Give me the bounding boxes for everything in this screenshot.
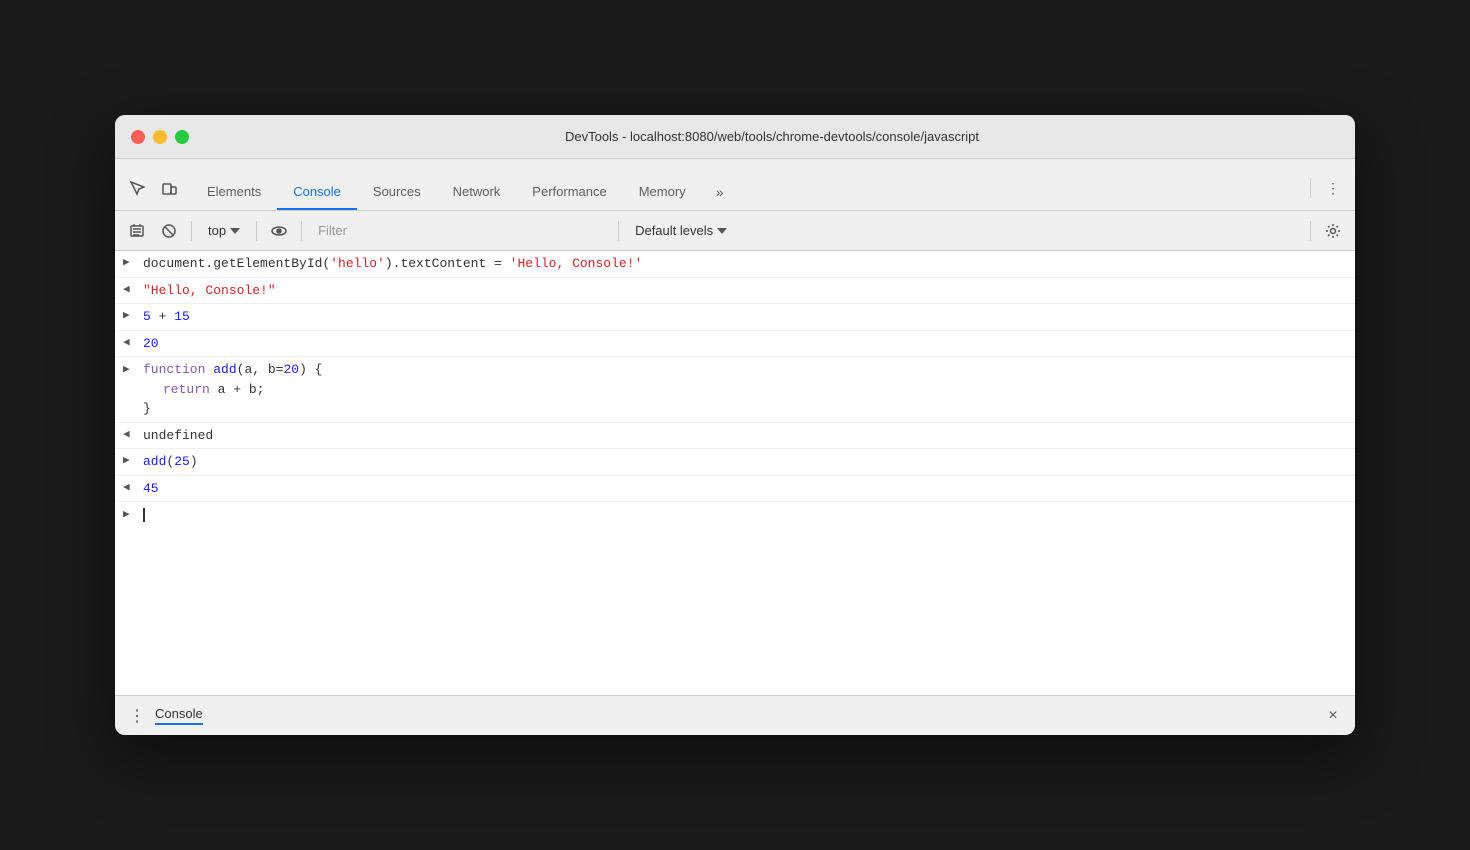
tab-sources[interactable]: Sources: [357, 174, 437, 210]
console-content-1: document.getElementById('hello').textCon…: [139, 254, 1347, 274]
title-bar: DevTools - localhost:8080/web/tools/chro…: [115, 115, 1355, 159]
arrow-6: ◀: [123, 426, 139, 444]
bottom-more-icon[interactable]: ⋮: [127, 706, 147, 726]
context-dropdown[interactable]: top: [200, 219, 248, 242]
eye-icon[interactable]: [265, 217, 293, 245]
toolbar-divider-1: [191, 221, 192, 241]
console-content-7: add(25): [139, 452, 1347, 472]
traffic-lights: [131, 130, 189, 144]
device-toolbar-icon[interactable]: [155, 174, 183, 202]
console-line-1: ▶ document.getElementById('hello').textC…: [115, 251, 1355, 278]
cursor-area: [139, 505, 145, 525]
console-line-4: ◀ 20: [115, 331, 1355, 358]
arrow-1: ▶: [123, 254, 139, 272]
arrow-8: ◀: [123, 479, 139, 497]
tab-network[interactable]: Network: [437, 174, 517, 210]
arrow-2: ◀: [123, 281, 139, 299]
console-line-5: ▶ function add(a, b=20) { return a + b; …: [115, 357, 1355, 423]
arrow-7: ▶: [123, 452, 139, 470]
arrow-input: ▶: [123, 506, 139, 524]
console-content-4: 20: [139, 334, 1347, 354]
arrow-4: ◀: [123, 334, 139, 352]
console-content-3: 5 + 15: [139, 307, 1347, 327]
toolbar-divider-4: [618, 221, 619, 241]
filter-input[interactable]: [310, 218, 610, 244]
console-line-7: ▶ add(25): [115, 449, 1355, 476]
tab-elements[interactable]: Elements: [191, 174, 277, 210]
tab-bar-tools: [123, 174, 183, 210]
console-line-2: ◀ "Hello, Console!": [115, 278, 1355, 305]
toolbar-divider-2: [256, 221, 257, 241]
console-line-6: ◀ undefined: [115, 423, 1355, 450]
tab-bar: Elements Console Sources Network Perform…: [115, 159, 1355, 211]
more-options-icon[interactable]: ⋮: [1319, 174, 1347, 202]
arrow-5: ▶: [123, 361, 139, 379]
console-content-5: function add(a, b=20) { return a + b; }: [139, 360, 1347, 419]
bottom-close-button[interactable]: ×: [1323, 706, 1343, 726]
toolbar-divider-5: [1310, 221, 1311, 241]
tab-bar-right: ⋮: [1306, 174, 1347, 210]
bottom-console-label: Console: [155, 706, 203, 725]
more-tabs-icon[interactable]: »: [706, 182, 734, 210]
console-line-8: ◀ 45: [115, 476, 1355, 503]
console-content-6: undefined: [139, 426, 1347, 446]
tab-memory[interactable]: Memory: [623, 174, 702, 210]
tab-list: Elements Console Sources Network Perform…: [191, 174, 1306, 210]
console-line-3: ▶ 5 + 15: [115, 304, 1355, 331]
console-input-line[interactable]: ▶: [115, 502, 1355, 528]
inspect-element-icon[interactable]: [123, 174, 151, 202]
close-button[interactable]: [131, 130, 145, 144]
console-area[interactable]: ▶ document.getElementById('hello').textC…: [115, 251, 1355, 695]
tab-performance[interactable]: Performance: [516, 174, 622, 210]
window-title: DevTools - localhost:8080/web/tools/chro…: [205, 129, 1339, 144]
bottom-bar: ⋮ Console ×: [115, 695, 1355, 735]
toolbar-divider-3: [301, 221, 302, 241]
maximize-button[interactable]: [175, 130, 189, 144]
console-content-8: 45: [139, 479, 1347, 499]
console-content-2: "Hello, Console!": [139, 281, 1347, 301]
levels-dropdown[interactable]: Default levels: [627, 219, 735, 242]
minimize-button[interactable]: [153, 130, 167, 144]
console-toolbar: top Default levels: [115, 211, 1355, 251]
clear-console-icon[interactable]: [123, 217, 151, 245]
settings-icon[interactable]: [1319, 217, 1347, 245]
devtools-window: DevTools - localhost:8080/web/tools/chro…: [115, 115, 1355, 735]
arrow-3: ▶: [123, 307, 139, 325]
tab-console[interactable]: Console: [277, 174, 357, 210]
block-icon[interactable]: [155, 217, 183, 245]
